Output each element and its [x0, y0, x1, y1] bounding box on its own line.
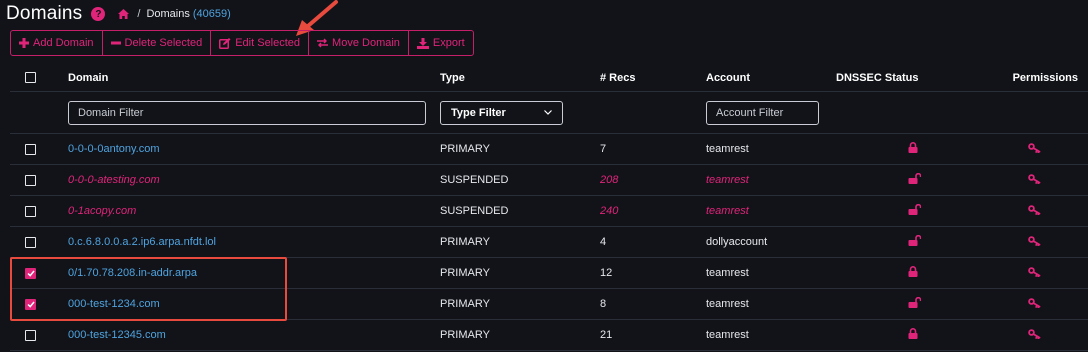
- export-label: Export: [432, 37, 465, 49]
- key-icon[interactable]: [1028, 235, 1041, 249]
- unlock-icon[interactable]: [908, 203, 922, 218]
- domain-link[interactable]: 0/1.70.78.208.in-addr.arpa: [68, 267, 197, 279]
- column-header-type[interactable]: Type: [440, 64, 465, 91]
- column-header-account[interactable]: Account: [706, 64, 750, 91]
- column-header-permissions[interactable]: Permissions: [974, 64, 1078, 91]
- chevron-down-icon: [544, 110, 552, 115]
- row-checkbox[interactable]: [25, 143, 36, 155]
- page-title: Domains: [6, 3, 83, 24]
- account-filter-input[interactable]: [706, 100, 819, 125]
- account-name: teamrest: [706, 205, 749, 217]
- select-all-checkbox[interactable]: [25, 72, 36, 83]
- unlock-icon[interactable]: [908, 296, 922, 311]
- domain-link[interactable]: 0-1acopy.com: [68, 205, 136, 217]
- table-row: 0/1.70.78.208.in-addr.arpa PRIMARY 12 teamr…: [10, 258, 1088, 289]
- breadcrumb-separator: /: [137, 8, 141, 20]
- account-name: teamrest: [706, 267, 749, 279]
- key-icon[interactable]: [1028, 266, 1041, 280]
- table-row: 0.c.6.8.0.0.a.2.ip6.arpa.nfdt.lol PRIMARY…: [10, 227, 1088, 258]
- unlock-icon[interactable]: [908, 234, 922, 249]
- page-header: Domains ? / Domains (40659): [6, 2, 231, 26]
- table-row: 000-test-12345.com PRIMARY 21 teamrest: [10, 320, 1088, 351]
- exchange-icon: [317, 38, 329, 48]
- filter-row: Type Filter: [10, 92, 1088, 134]
- domain-filter-input[interactable]: [68, 100, 426, 125]
- home-icon[interactable]: [117, 9, 129, 20]
- help-icon[interactable]: ?: [91, 7, 106, 21]
- key-icon[interactable]: [1028, 173, 1041, 187]
- account-name: dollyaccount: [706, 236, 768, 248]
- unlock-icon[interactable]: [908, 172, 922, 187]
- domain-count: (40659): [192, 8, 231, 20]
- edit-icon: [219, 37, 231, 49]
- domain-type: SUSPENDED: [440, 174, 509, 186]
- plus-icon: [19, 38, 29, 48]
- domain-link[interactable]: 000-test-1234.com: [68, 298, 160, 310]
- account-name: teamrest: [706, 174, 749, 186]
- export-button[interactable]: Export: [409, 31, 473, 55]
- download-icon: [416, 37, 429, 49]
- row-checkbox[interactable]: [25, 267, 36, 279]
- delete-selected-button[interactable]: Delete Selected: [103, 31, 212, 55]
- move-domain-label: Move Domain: [332, 37, 400, 49]
- domain-type: PRIMARY: [440, 329, 490, 341]
- record-count: 240: [600, 205, 619, 217]
- breadcrumb-current: Domains: [146, 8, 190, 20]
- record-count: 208: [600, 174, 619, 186]
- row-checkbox[interactable]: [25, 329, 36, 341]
- account-name: teamrest: [706, 143, 749, 155]
- table-header-row: Domain Type # Recs Account DNSSEC Status…: [10, 64, 1088, 92]
- domain-link[interactable]: 0-0-0-atesting.com: [68, 174, 160, 186]
- domains-table: Domain Type # Recs Account DNSSEC Status…: [10, 64, 1088, 351]
- table-row: 000-test-1234.com PRIMARY 8 teamrest: [10, 289, 1088, 320]
- key-icon[interactable]: [1028, 328, 1041, 342]
- record-count: 8: [600, 298, 607, 310]
- record-count: 21: [600, 329, 613, 341]
- column-header-dnssec[interactable]: DNSSEC Status: [836, 64, 956, 91]
- row-checkbox[interactable]: [25, 298, 36, 310]
- domain-link[interactable]: 000-test-12345.com: [68, 329, 166, 341]
- domain-type: PRIMARY: [440, 267, 490, 279]
- add-domain-button[interactable]: Add Domain: [11, 31, 103, 55]
- edit-selected-label: Edit Selected: [235, 37, 301, 49]
- account-name: teamrest: [706, 298, 749, 310]
- domain-type: PRIMARY: [440, 143, 490, 155]
- column-header-recs[interactable]: # Recs: [600, 64, 635, 91]
- record-count: 7: [600, 143, 607, 155]
- account-name: teamrest: [706, 329, 749, 341]
- record-count: 4: [600, 236, 607, 248]
- row-checkbox[interactable]: [25, 236, 36, 248]
- add-domain-label: Add Domain: [33, 37, 94, 49]
- key-icon[interactable]: [1028, 297, 1041, 311]
- edit-selected-button[interactable]: Edit Selected: [211, 31, 310, 55]
- minus-icon: [110, 41, 121, 45]
- lock-icon[interactable]: [908, 142, 918, 156]
- record-count: 12: [600, 267, 613, 279]
- delete-selected-label: Delete Selected: [124, 37, 203, 49]
- lock-icon[interactable]: [908, 328, 918, 342]
- table-row: 0-0-0-atesting.com SUSPENDED 208 teamrest: [10, 165, 1088, 196]
- row-checkbox[interactable]: [25, 205, 36, 217]
- move-domain-button[interactable]: Move Domain: [309, 31, 409, 55]
- column-header-domain[interactable]: Domain: [68, 64, 108, 91]
- row-checkbox[interactable]: [25, 174, 36, 186]
- domain-type: PRIMARY: [440, 236, 490, 248]
- type-filter-value: Type Filter: [451, 106, 506, 119]
- key-icon[interactable]: [1028, 142, 1041, 156]
- lock-icon[interactable]: [908, 266, 918, 280]
- action-toolbar: Add Domain Delete Selected Edit Selected…: [10, 30, 474, 56]
- breadcrumb: / Domains (40659): [117, 8, 231, 20]
- domain-link[interactable]: 0.c.6.8.0.0.a.2.ip6.arpa.nfdt.lol: [68, 236, 216, 248]
- key-icon[interactable]: [1028, 204, 1041, 218]
- type-filter-select[interactable]: Type Filter: [440, 100, 563, 125]
- table-row: 0-0-0-0antony.com PRIMARY 7 teamrest: [10, 134, 1088, 165]
- domain-type: SUSPENDED: [440, 205, 509, 217]
- table-row: 0-1acopy.com SUSPENDED 240 teamrest: [10, 196, 1088, 227]
- domain-link[interactable]: 0-0-0-0antony.com: [68, 143, 160, 155]
- domain-type: PRIMARY: [440, 298, 490, 310]
